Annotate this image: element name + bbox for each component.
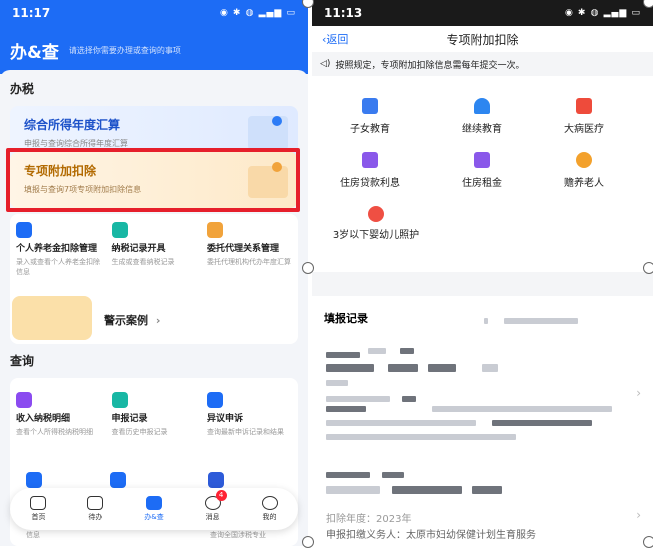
declaration-record-item[interactable]: 申报记录 查看历史申报记录 — [111, 392, 197, 437]
withholding-agent: 申报扣缴义务人：太原市妇幼保健计划生育服务 — [326, 530, 536, 541]
speaker-icon: ◁) — [320, 59, 331, 69]
tab-home[interactable]: 首页 — [30, 496, 47, 522]
tax-record-icon — [111, 222, 128, 238]
status-bar: 11:13 ◉ ✱ ◍ ▂▄▆ ▭ — [312, 0, 653, 26]
scroll-handle[interactable] — [302, 262, 314, 274]
query-fragment: 查询全国涉税专业 — [210, 531, 266, 539]
pension-deduction-item[interactable]: 个人养老金扣除管理 录入或查看个人养老金扣除信息 — [16, 222, 101, 277]
tab-me[interactable]: 我的 — [261, 496, 278, 522]
warning-cases-label: 警示案例 — [104, 314, 148, 327]
arrow-icon — [272, 116, 282, 126]
deduction-serious-illness[interactable]: 大病医疗 — [534, 98, 634, 135]
income-desc: 查看个人所得税纳税明细 — [16, 428, 93, 436]
income-detail-item[interactable]: 收入纳税明细 查看个人所得税纳税明细 — [16, 392, 101, 437]
warning-illustration-icon — [12, 296, 92, 340]
declaration-icon — [111, 392, 128, 408]
annual-settlement-title: 综合所得年度汇算 — [24, 118, 121, 132]
tax-services-grid: 个人养老金扣除管理 录入或查看个人养老金扣除信息 纳税记录开具 生成或查看纳税记… — [16, 222, 292, 277]
agency-item[interactable]: 委托代理关系管理 委托代理机构代办年度汇算 — [207, 222, 292, 277]
scroll-handle[interactable] — [643, 262, 653, 274]
status-time: 11:17 — [12, 6, 51, 20]
status-icons: ◉ ✱ ◍ ▂▄▆ ▭ — [564, 8, 641, 18]
pension-title: 个人养老金扣除管理 — [16, 244, 98, 254]
home-icon — [30, 496, 47, 510]
appeal-icon — [207, 392, 223, 408]
page-title: 专项附加扣除 — [446, 32, 519, 47]
books-icon — [362, 98, 378, 114]
notice-text: 按照规定，专项附加扣除信息需每年提交一次。 — [335, 60, 525, 71]
highlight-box — [6, 148, 300, 212]
chevron-right-icon: › — [155, 314, 161, 327]
agency-icon — [207, 222, 223, 238]
scroll-handle[interactable] — [302, 536, 314, 548]
back-button[interactable]: ‹返回 — [322, 31, 348, 47]
document-icon — [110, 472, 126, 488]
deduction-child-education[interactable]: 子女教育 — [320, 98, 420, 135]
deduction-year: 扣除年度：2023年 — [326, 514, 412, 525]
appeal-item[interactable]: 异议申诉 查询最新申诉记录和结果 — [207, 392, 292, 437]
graduation-cap-icon — [474, 98, 490, 114]
scroll-handle[interactable] — [643, 536, 653, 548]
declaration-title: 申报记录 — [111, 414, 148, 424]
declaration-desc: 查看历史申报记录 — [111, 428, 168, 436]
bottom-tab-bar: 首页 待办 办&查 消息 4 我的 — [10, 488, 298, 530]
deduction-grid: 子女教育 继续教育 大病医疗 住房贷款利息 住房租金 赡养老人 3岁以下婴幼儿照… — [312, 76, 653, 272]
page-subtitle: 请选择你需要办理或查询的事项 — [68, 45, 181, 55]
house-key-icon — [474, 152, 490, 168]
elderly-person-icon — [576, 152, 592, 168]
left-header: 11:17 ◉ ✱ ◍ ▂▄▆ ▭ 办&查 请选择你需要办理或查询的事项 — [0, 0, 308, 74]
records-title: 填报记录 — [324, 312, 368, 325]
pension-desc: 录入或查看个人养老金扣除信息 — [16, 258, 100, 276]
medical-kit-icon — [576, 98, 592, 114]
info-fragment: 信息 — [26, 531, 40, 539]
section-title-tax: 办税 — [10, 82, 35, 96]
agency-title: 委托代理关系管理 — [207, 244, 280, 254]
message-count-badge: 4 — [215, 490, 227, 501]
user-icon — [261, 496, 278, 510]
house-icon — [362, 152, 378, 168]
page-title: 办&查 — [10, 42, 59, 63]
scroll-handle[interactable] — [643, 0, 653, 8]
left-phone-screen: 11:17 ◉ ✱ ◍ ▂▄▆ ▭ 办&查 请选择你需要办理或查询的事项 办税 … — [0, 0, 308, 546]
appeal-title: 异议申诉 — [207, 414, 244, 424]
document-icon — [208, 472, 224, 488]
appeal-desc: 查询最新申诉记录和结果 — [207, 428, 284, 436]
query-grid: 收入纳税明细 查看个人所得税纳税明细 申报记录 查看历史申报记录 异议申诉 查询… — [16, 392, 292, 437]
deduction-infant-care[interactable]: 3岁以下婴幼儿照护 — [320, 206, 432, 243]
chevron-right-icon: › — [636, 386, 641, 400]
tab-messages[interactable]: 消息 4 — [204, 490, 227, 522]
income-icon — [16, 392, 32, 408]
section-title-query: 查询 — [10, 354, 35, 368]
chevron-right-icon: › — [636, 508, 641, 522]
tax-record-title: 纳税记录开具 — [111, 244, 166, 254]
filing-records-panel: 填报记录 › 扣除年度：2023年 申报扣缴义务人：太原市妇幼保健计划生育服务 … — [312, 296, 653, 546]
deduction-housing-rent[interactable]: 住房租金 — [432, 152, 532, 189]
agency-desc: 委托代理机构代办年度汇算 — [207, 258, 291, 266]
pension-icon — [16, 222, 32, 238]
baby-icon — [368, 206, 384, 222]
document-icon — [248, 116, 288, 150]
status-icons: ◉ ✱ ◍ ▂▄▆ ▭ — [219, 8, 296, 18]
status-time: 11:13 — [324, 6, 363, 20]
deduction-continuing-education[interactable]: 继续教育 — [432, 98, 532, 135]
tab-do-check[interactable]: 办&查 — [144, 496, 164, 522]
briefcase-icon — [146, 496, 162, 510]
calendar-icon — [87, 496, 104, 510]
right-phone-screen: 11:13 ◉ ✱ ◍ ▂▄▆ ▭ ‹返回 专项附加扣除 ◁) 按照规定，专项附… — [312, 0, 653, 546]
income-title: 收入纳税明细 — [16, 414, 71, 424]
warning-cases-link[interactable]: 警示案例 › — [104, 312, 160, 328]
tax-record-item[interactable]: 纳税记录开具 生成或查看纳税记录 — [111, 222, 197, 277]
tax-record-desc: 生成或查看纳税记录 — [111, 258, 175, 266]
nav-bar: ‹返回 专项附加扣除 — [312, 26, 653, 52]
document-icon — [26, 472, 42, 488]
status-bar: 11:17 ◉ ✱ ◍ ▂▄▆ ▭ — [0, 0, 308, 26]
tab-todo[interactable]: 待办 — [87, 496, 104, 522]
deduction-mortgage-interest[interactable]: 住房贷款利息 — [320, 152, 420, 189]
deduction-elderly-support[interactable]: 赡养老人 — [534, 152, 634, 189]
notice-bar: ◁) 按照规定，专项附加扣除信息需每年提交一次。 — [312, 52, 653, 76]
